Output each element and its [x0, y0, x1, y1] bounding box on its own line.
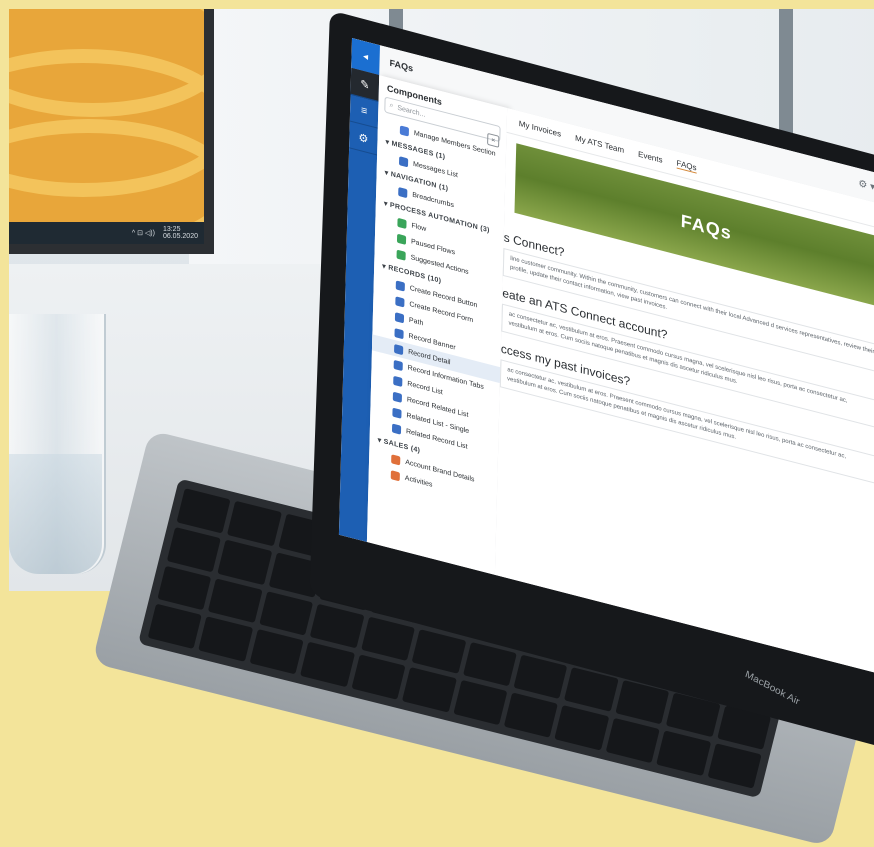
keyboard-key — [208, 578, 263, 624]
keyboard-key — [462, 641, 517, 687]
keyboard-key — [147, 603, 203, 650]
keyboard-key — [176, 488, 231, 534]
taskbar-clock: 13:25 06.05.2020 — [162, 226, 198, 240]
water-glass — [9, 314, 106, 574]
keyboard-key — [605, 718, 660, 764]
laptop-brand: MacBook Air — [743, 669, 801, 708]
keyboard-key — [411, 628, 467, 674]
component-icon — [391, 422, 402, 435]
search-placeholder: Search... — [397, 104, 426, 119]
keyboard-key — [360, 616, 416, 662]
keyboard-key — [198, 616, 253, 662]
monitor-wallpaper: ^ ⊡ ◁)) 13:25 06.05.2020 — [9, 9, 204, 244]
component-icon — [391, 453, 401, 466]
nav-link-my-invoices[interactable]: My Invoices — [519, 118, 561, 138]
component-icon — [392, 391, 403, 403]
component-icon — [398, 155, 409, 167]
keyboard-key — [656, 730, 711, 776]
keyboard-key — [707, 743, 762, 789]
component-label: Path — [408, 316, 424, 327]
component-icon — [394, 343, 404, 355]
settings-gear-icon[interactable]: ⚙ ▾ — [858, 178, 874, 193]
component-icon — [392, 407, 402, 419]
component-icon — [399, 124, 410, 137]
nav-link-faqs[interactable]: FAQs — [676, 158, 697, 174]
components-list: Manage Members Section ▾ MESSAGES (1) Mess… — [369, 116, 506, 510]
keyboard-key — [401, 667, 457, 713]
keyboard-key — [259, 590, 314, 636]
component-icon — [398, 186, 408, 198]
keyboard-key — [157, 565, 212, 611]
nav-link-events[interactable]: Events — [638, 149, 663, 164]
components-panel: Components × ⌕ Search... Manage Members … — [366, 75, 509, 576]
keyboard-key — [503, 692, 559, 738]
windows-taskbar: ^ ⊡ ◁)) 13:25 06.05.2020 — [9, 222, 204, 244]
hero-title: FAQs — [680, 210, 733, 244]
component-icon — [396, 249, 406, 261]
system-tray: ^ ⊡ ◁)) — [131, 230, 155, 237]
nav-link-my-ats-team[interactable]: My ATS Team — [575, 133, 624, 155]
keyboard-key — [351, 654, 406, 700]
keyboard-key — [554, 705, 609, 751]
keyboard-key — [249, 629, 304, 675]
keyboard-key — [300, 641, 355, 688]
glass-water — [9, 454, 102, 574]
component-icon — [394, 311, 405, 323]
keyboard-key — [309, 603, 365, 649]
component-label: Flow — [411, 221, 427, 233]
component-icon — [395, 295, 405, 308]
component-icon — [393, 375, 403, 387]
component-icon — [397, 217, 407, 229]
keyboard-key — [452, 679, 508, 726]
component-label: Activities — [404, 474, 433, 489]
component-icon — [395, 279, 405, 292]
component-icon — [394, 327, 404, 339]
background-monitor: ^ ⊡ ◁)) 13:25 06.05.2020 — [9, 9, 214, 254]
rail-button-2[interactable]: ⚙ — [349, 121, 378, 156]
component-icon — [396, 233, 407, 245]
search-icon: ⌕ — [389, 101, 394, 110]
component-icon — [390, 469, 400, 481]
component-icon — [393, 359, 403, 371]
page-title: FAQs — [389, 57, 414, 74]
keyboard-key — [217, 539, 273, 585]
keyboard-key — [227, 500, 282, 547]
keyboard-key — [166, 526, 222, 572]
